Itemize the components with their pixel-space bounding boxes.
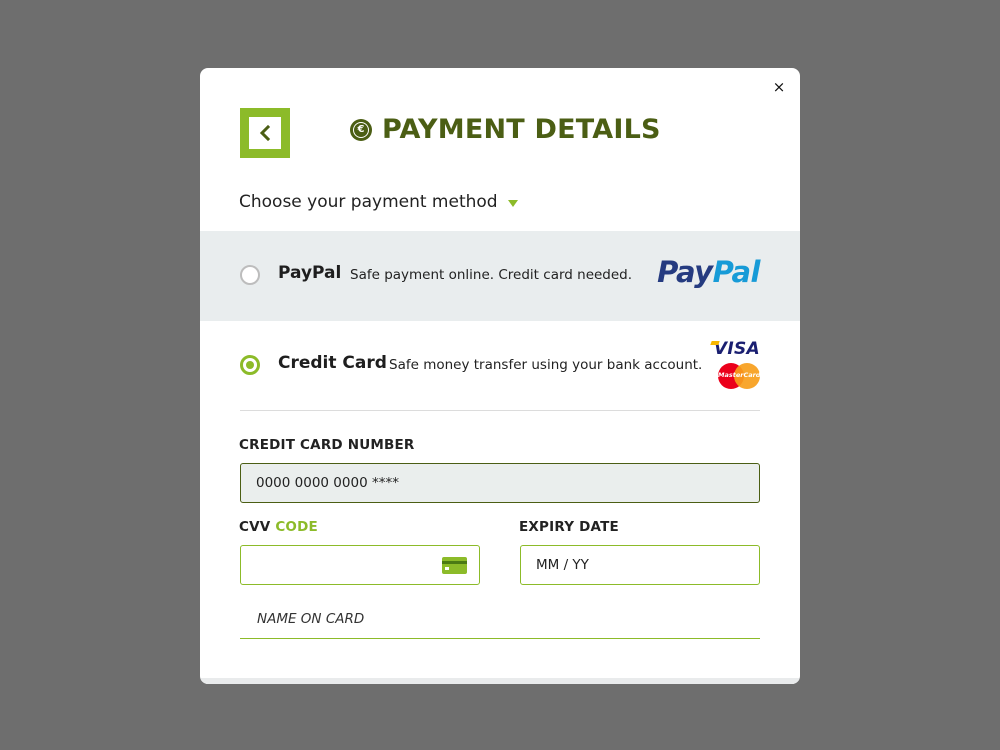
divider bbox=[240, 410, 760, 411]
paypal-option-name: PayPal bbox=[278, 263, 342, 283]
payment-option-paypal[interactable]: PayPal Safe payment online. Credit card … bbox=[200, 231, 800, 321]
visa-logo: VISA bbox=[713, 339, 760, 359]
name-on-card-input[interactable] bbox=[240, 599, 760, 639]
back-button[interactable] bbox=[240, 108, 290, 158]
credit-card-option-name: Credit Card bbox=[278, 353, 387, 373]
close-button[interactable]: × bbox=[770, 78, 788, 96]
page-title: PAYMENT DETAILS bbox=[382, 114, 661, 145]
mastercard-logo: MasterCard bbox=[718, 363, 760, 389]
payment-modal: × € PAYMENT DETAILS Choose your payment … bbox=[200, 68, 800, 684]
modal-footer-strip bbox=[200, 678, 800, 684]
chevron-down-icon bbox=[507, 193, 519, 213]
title-group: € PAYMENT DETAILS bbox=[350, 114, 661, 145]
expiry-date-input[interactable] bbox=[520, 545, 760, 585]
credit-card-radio[interactable] bbox=[240, 355, 260, 375]
paypal-logo: PayPal bbox=[657, 255, 760, 289]
credit-card-option-description: Safe money transfer using your bank acco… bbox=[389, 357, 703, 373]
card-number-label: CREDIT CARD NUMBER bbox=[239, 437, 415, 453]
paypal-radio[interactable] bbox=[240, 265, 260, 285]
cvv-label: CVV CODE bbox=[239, 519, 318, 535]
choose-method-dropdown[interactable]: Choose your payment method bbox=[239, 190, 519, 213]
card-number-input[interactable] bbox=[240, 463, 760, 503]
payment-option-credit-card[interactable]: Credit Card Safe money transfer using yo… bbox=[200, 321, 800, 411]
credit-card-icon bbox=[442, 557, 467, 574]
expiry-date-label: EXPIRY DATE bbox=[519, 519, 619, 535]
euro-coin-icon: € bbox=[350, 118, 372, 141]
choose-method-label: Choose your payment method bbox=[239, 191, 498, 212]
back-icon bbox=[249, 117, 281, 149]
paypal-option-description: Safe payment online. Credit card needed. bbox=[350, 267, 633, 283]
